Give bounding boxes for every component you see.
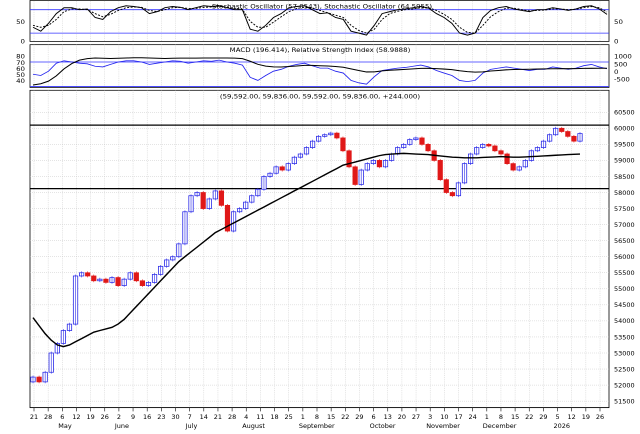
- price-title: (59,592.00, 59,836.00, 59,592.00, 59,836…: [220, 93, 421, 101]
- stochastic-left-tick-label: 0: [21, 38, 25, 46]
- x-axis-tick-label: 6: [60, 414, 64, 421]
- price-tick-label: 54000: [614, 318, 635, 325]
- x-axis-tick-label: 6: [372, 414, 376, 421]
- x-axis-month-label: September: [299, 423, 335, 430]
- price-tick-label: 52500: [614, 367, 635, 374]
- x-axis-tick-label: 13: [384, 414, 392, 421]
- x-axis-month-label: November: [426, 423, 460, 430]
- x-axis-tick-label: 12: [72, 414, 80, 421]
- chart-root: Stochastic Oscillator (57.0543), Stochas…: [0, 0, 640, 430]
- x-axis-tick-label: 7: [188, 414, 192, 421]
- price-tick-label: 57000: [614, 222, 635, 229]
- x-axis-tick-label: 28: [228, 414, 236, 421]
- price-tick-label: 59000: [614, 158, 635, 165]
- stochastic-right-tick-label: 0: [614, 38, 618, 46]
- x-axis-tick-label: 14: [200, 414, 208, 421]
- x-axis-tick-label: 29: [355, 414, 363, 421]
- x-axis-tick-label: 18: [270, 414, 278, 421]
- x-axis-month-label: 2026: [554, 423, 571, 430]
- x-axis-tick-label: 29: [539, 414, 547, 421]
- x-axis-tick-label: 28: [44, 414, 52, 421]
- x-axis-month-label: October: [370, 423, 396, 430]
- x-axis-tick-label: 26: [596, 414, 604, 421]
- macd-rsi-title: MACD (196.414), Relative Strength Index …: [230, 46, 411, 54]
- x-axis-tick-label: 17: [454, 414, 462, 421]
- x-axis-tick-label: 19: [86, 414, 94, 421]
- price-tick-label: 53500: [614, 334, 635, 341]
- x-axis-tick-label: 3: [428, 414, 432, 421]
- x-axis-tick-label: 19: [582, 414, 590, 421]
- macd-tick-label: -500: [614, 76, 630, 84]
- x-axis-tick-label: 4: [244, 414, 248, 421]
- rsi-tick-label: 80: [16, 53, 25, 61]
- x-axis-tick-label: 11: [256, 414, 264, 421]
- x-axis-month-label: June: [114, 423, 129, 430]
- x-axis-tick-label: 22: [341, 414, 349, 421]
- x-axis-tick-label: 23: [157, 414, 165, 421]
- price-tick-label: 56000: [614, 254, 635, 261]
- price-tick-label: 53000: [614, 351, 635, 358]
- x-axis-tick-label: 9: [131, 414, 135, 421]
- price-tick-label: 60000: [614, 126, 635, 133]
- x-axis-tick-label: 27: [412, 414, 420, 421]
- stochastic-left-tick-label: 50: [16, 18, 25, 26]
- x-axis-tick-label: 26: [101, 414, 109, 421]
- x-axis-month-label: July: [185, 423, 198, 430]
- x-axis-tick-label: 20: [398, 414, 406, 421]
- price-tick-label: 55000: [614, 286, 635, 293]
- stochastic-right-tick-label: 50: [614, 18, 623, 26]
- x-axis-tick-label: 12: [568, 414, 576, 421]
- price-tick-label: 56500: [614, 238, 635, 245]
- macd-tick-label: 0: [614, 68, 618, 76]
- x-axis-tick-label: 10: [440, 414, 448, 421]
- x-axis-tick-label: 1: [485, 414, 489, 421]
- price-tick-label: 51500: [614, 399, 635, 406]
- x-axis-tick-label: 2: [117, 414, 121, 421]
- x-axis-month-label: December: [483, 423, 517, 430]
- x-axis-tick-label: 16: [143, 414, 151, 421]
- x-axis-tick-label: 15: [511, 414, 519, 421]
- price-tick-label: 55500: [614, 270, 635, 277]
- x-axis-month-label: August: [242, 423, 265, 430]
- x-axis-tick-label: 21: [30, 414, 38, 421]
- x-axis-month-label: May: [58, 423, 72, 430]
- macd-tick-label: 500: [614, 61, 627, 69]
- x-axis-tick-label: 5: [555, 414, 559, 421]
- price-tick-label: 59500: [614, 142, 635, 149]
- x-axis-tick-label: 25: [285, 414, 293, 421]
- price-tick-label: 57500: [614, 206, 635, 213]
- x-axis-tick-label: 24: [469, 414, 477, 421]
- x-axis-tick-label: 8: [499, 414, 503, 421]
- price-tick-label: 54500: [614, 302, 635, 309]
- x-axis-tick-label: 30: [171, 414, 179, 421]
- stock-chart: Stochastic Oscillator (57.0543), Stochas…: [0, 0, 640, 430]
- macd-tick-label: 1000: [614, 53, 632, 61]
- x-axis-tick-label: 8: [315, 414, 319, 421]
- price-tick-label: 60500: [614, 110, 635, 117]
- x-axis-tick-label: 15: [327, 414, 335, 421]
- price-tick-label: 58000: [614, 190, 635, 197]
- x-axis-tick-label: 22: [525, 414, 533, 421]
- price-tick-label: 58500: [614, 174, 635, 181]
- x-axis-tick-label: 1: [301, 414, 305, 421]
- price-tick-label: 52000: [614, 383, 635, 390]
- x-axis-tick-label: 21: [214, 414, 222, 421]
